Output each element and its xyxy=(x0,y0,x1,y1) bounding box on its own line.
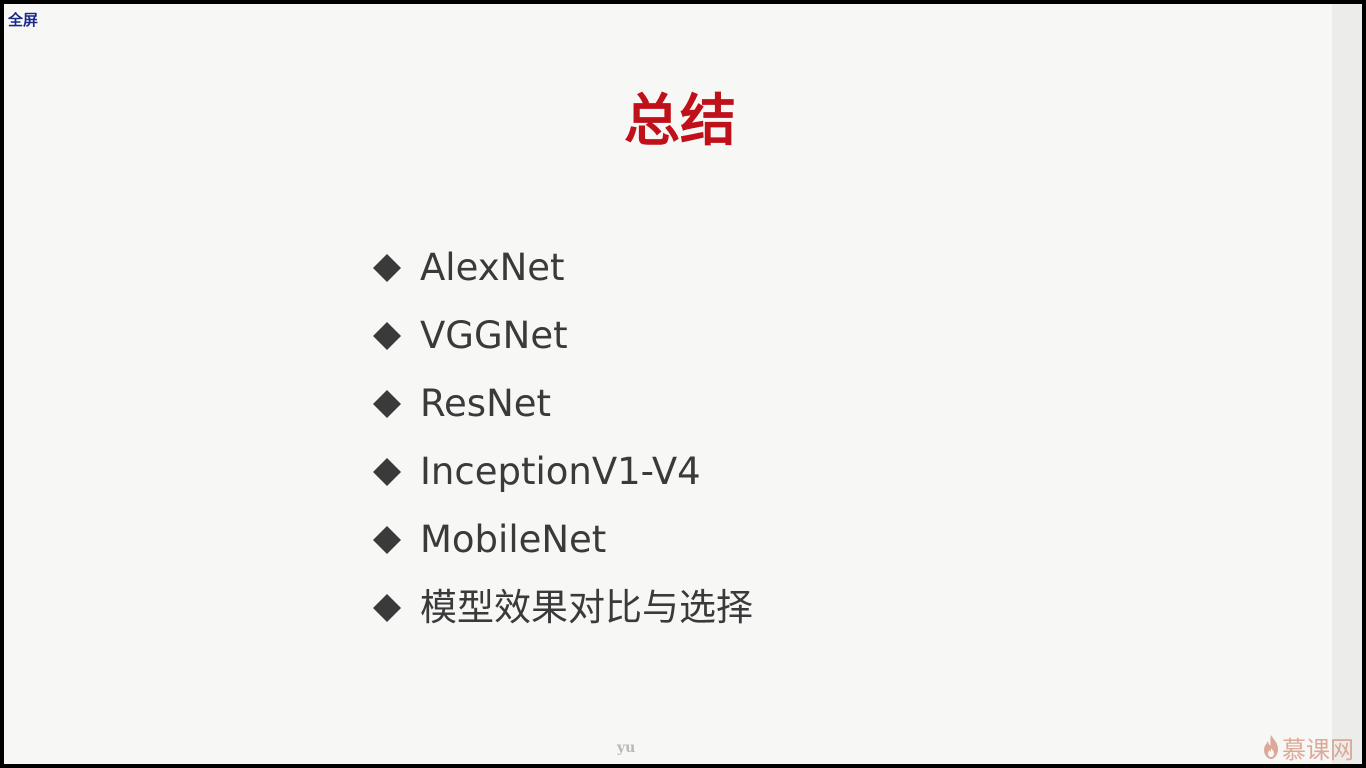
bullet-text: VGGNet xyxy=(420,314,568,357)
bullet-text: ResNet xyxy=(420,382,552,425)
bullet-list: AlexNet VGGNet ResNet InceptionV1-V4 Mob… xyxy=(372,234,753,642)
diamond-bullet-icon xyxy=(372,457,402,487)
list-item: AlexNet xyxy=(372,234,753,302)
slide-title: 总结 xyxy=(624,89,736,154)
flame-icon xyxy=(1262,734,1280,765)
author-watermark: yu xyxy=(617,740,636,756)
diamond-bullet-icon xyxy=(372,389,402,419)
list-item: 模型效果对比与选择 xyxy=(372,574,753,642)
site-logo: 慕课网 xyxy=(1262,734,1354,765)
diamond-bullet-icon xyxy=(372,253,402,283)
diamond-bullet-icon xyxy=(372,525,402,555)
list-item: ResNet xyxy=(372,370,753,438)
fullscreen-button[interactable]: 全屏 xyxy=(8,11,38,29)
video-frame: 全屏 总结 AlexNet VGGNet ResNet InceptionV1-… xyxy=(0,0,1366,768)
list-item: MobileNet xyxy=(372,506,753,574)
bullet-text: AlexNet xyxy=(420,246,565,289)
logo-text: 慕课网 xyxy=(1282,735,1354,764)
diamond-bullet-icon xyxy=(372,593,402,623)
diamond-bullet-icon xyxy=(372,321,402,351)
bullet-text: 模型效果对比与选择 xyxy=(420,586,753,629)
list-item: InceptionV1-V4 xyxy=(372,438,753,506)
list-item: VGGNet xyxy=(372,302,753,370)
bullet-text: MobileNet xyxy=(420,518,607,561)
bullet-text: InceptionV1-V4 xyxy=(420,450,701,493)
